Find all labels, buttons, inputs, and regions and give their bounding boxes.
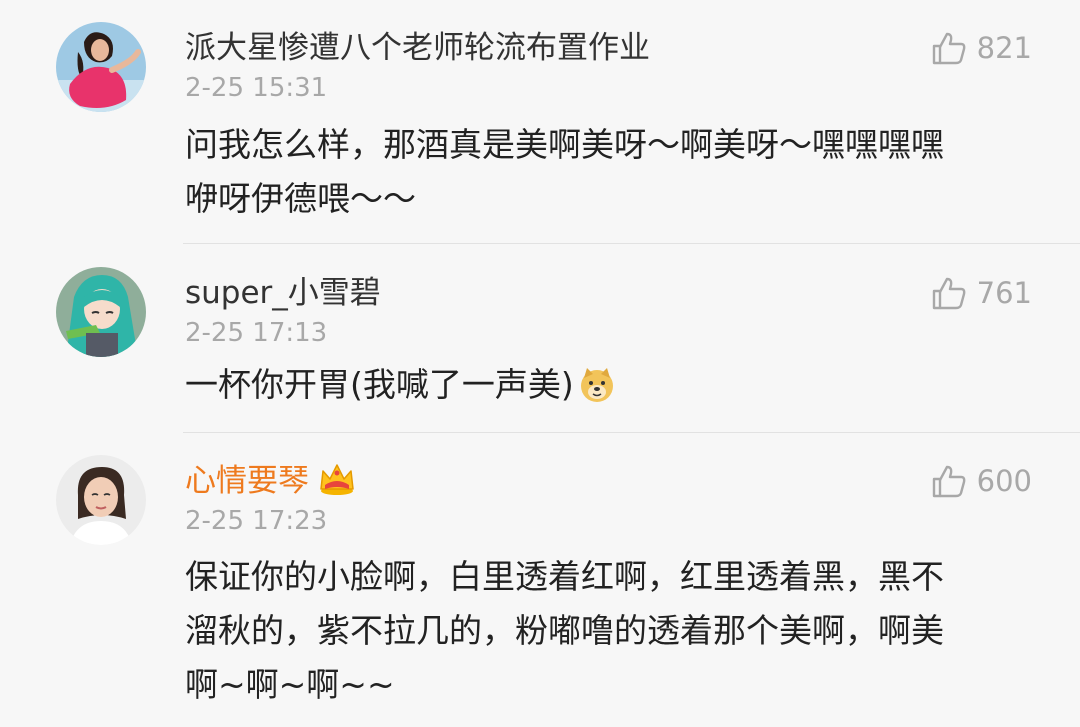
comment-timestamp: 2-25 17:23 (185, 506, 328, 536)
comment-line: 咿呀伊德喂～～ (185, 179, 416, 218)
username-text: 心情要琴 (185, 463, 309, 499)
comment-list: 派大星惨遭八个老师轮流布置作业 821 2-25 15:31 问我怎么样，那酒真… (0, 0, 1080, 727)
comment-body: 一杯你开胃(我喊了一声美) (185, 358, 1035, 412)
divider (183, 243, 1080, 244)
user-avatar[interactable] (56, 455, 146, 545)
avatar-woman-pink-dress-icon (56, 22, 146, 112)
like-count: 821 (976, 31, 1032, 65)
comment-body: 保证你的小脸啊，白里透着红啊，红里透着黑，黑不 溜秋的，紫不拉几的，粉嘟噜的透着… (185, 550, 1035, 712)
like-count: 761 (976, 276, 1032, 310)
thumbs-up-icon (932, 32, 966, 65)
username[interactable]: super_小雪碧 (185, 273, 381, 313)
comment-text: 一杯你开胃(我喊了一声美) (185, 365, 574, 404)
divider (183, 432, 1080, 433)
username[interactable]: 心情要琴 (185, 461, 357, 501)
like-count: 600 (976, 464, 1032, 498)
avatar-anime-teal-hair-icon (56, 267, 146, 357)
thumbs-up-icon (932, 277, 966, 310)
like-button[interactable]: 821 (931, 28, 1032, 68)
like-button[interactable]: 600 (931, 461, 1032, 501)
like-button[interactable]: 761 (931, 273, 1032, 313)
user-avatar[interactable] (56, 22, 146, 112)
username[interactable]: 派大星惨遭八个老师轮流布置作业 (185, 28, 650, 68)
comment-timestamp: 2-25 15:31 (185, 73, 328, 103)
comment-line: 问我怎么样，那酒真是美啊美呀～啊美呀～嘿嘿嘿嘿 (185, 125, 944, 164)
user-avatar[interactable] (56, 267, 146, 357)
comment-line: 啊~啊~啊~~ (185, 665, 395, 704)
comment-line: 溜秋的，紫不拉几的，粉嘟噜的透着那个美啊，啊美 (185, 611, 944, 650)
comment-timestamp: 2-25 17:13 (185, 318, 328, 348)
comment-line: 保证你的小脸啊，白里透着红啊，红里透着黑，黑不 (185, 557, 944, 596)
avatar-woman-selfie-icon (56, 455, 146, 545)
doge-emoji-icon (580, 368, 613, 402)
comment-body: 问我怎么样，那酒真是美啊美呀～啊美呀～嘿嘿嘿嘿 咿呀伊德喂～～ (185, 118, 1035, 226)
crown-icon (320, 464, 354, 495)
comment-line: 一杯你开胃(我喊了一声美) (185, 358, 1035, 412)
thumbs-up-icon (932, 465, 966, 498)
